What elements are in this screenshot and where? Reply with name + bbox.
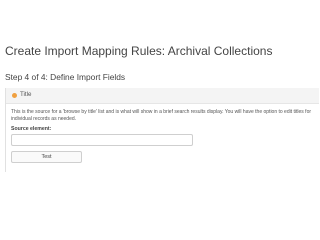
page: Create Import Mapping Rules: Archival Co… xyxy=(0,0,320,240)
field-description: This is the source for a 'browse by titl… xyxy=(11,109,312,122)
panel-title: Title xyxy=(20,91,32,98)
page-title: Create Import Mapping Rules: Archival Co… xyxy=(5,44,273,58)
status-dot-icon xyxy=(12,93,17,98)
step-title: Step 4 of 4: Define Import Fields xyxy=(5,72,126,82)
source-element-input[interactable] xyxy=(11,134,193,147)
title-field-panel: Title This is the source for a 'browse b… xyxy=(5,88,319,172)
source-element-label: Source element: xyxy=(11,126,52,133)
panel-header[interactable]: Title xyxy=(6,88,319,104)
panel-body: This is the source for a 'browse by titl… xyxy=(6,104,319,164)
test-button[interactable]: Test xyxy=(11,151,82,164)
